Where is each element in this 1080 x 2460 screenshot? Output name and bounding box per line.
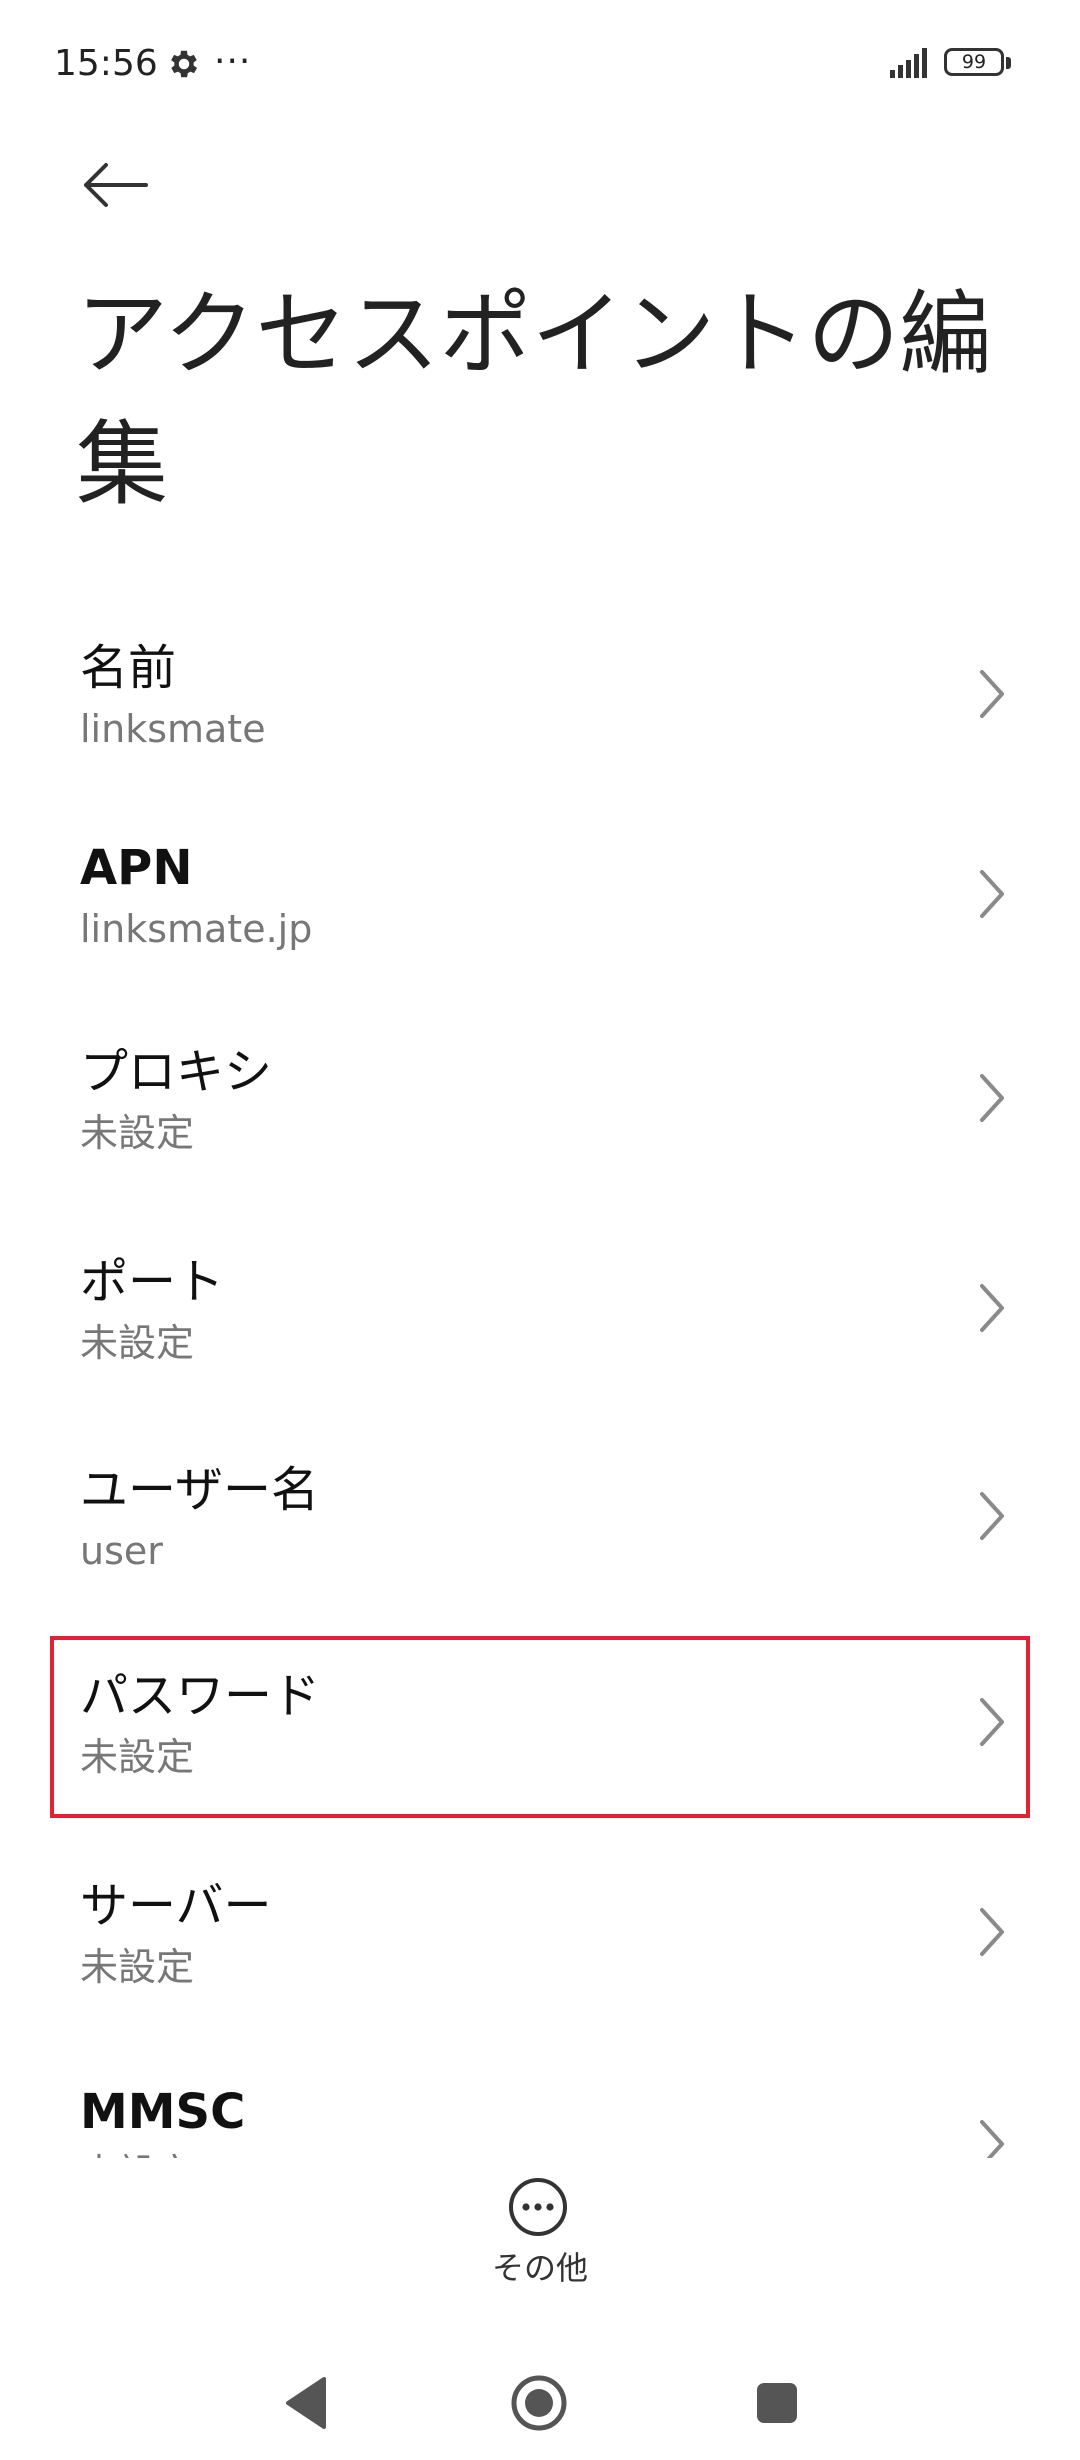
setting-value: linksmate.jp <box>80 907 313 951</box>
nav-home-icon[interactable] <box>510 2374 568 2432</box>
setting-name[interactable]: 名前 linksmate <box>0 636 1080 826</box>
status-time: 15:56 <box>54 43 158 84</box>
chevron-right-icon <box>980 1074 1004 1122</box>
chevron-right-icon <box>980 1698 1004 1746</box>
battery-level: 99 <box>944 48 1004 76</box>
setting-value: 未設定 <box>80 1945 195 1989</box>
back-button[interactable] <box>70 140 160 230</box>
setting-label: 名前 <box>80 640 177 696</box>
setting-value: user <box>80 1529 163 1573</box>
setting-label: サーバー <box>80 1878 272 1934</box>
battery-nub <box>1006 57 1011 69</box>
setting-proxy[interactable]: プロキシ 未設定 <box>0 1040 1080 1230</box>
setting-value: 未設定 <box>80 1111 195 1155</box>
chevron-right-icon <box>980 870 1004 918</box>
setting-label: パスワード <box>80 1668 321 1724</box>
setting-label: MMSC <box>80 2084 246 2140</box>
chevron-right-icon <box>980 1492 1004 1540</box>
status-bar: 15:56 ··· 99 <box>0 0 1080 130</box>
chevron-right-icon <box>980 670 1004 718</box>
more-circle-icon <box>509 2178 567 2236</box>
nav-back-icon[interactable] <box>280 2375 330 2431</box>
setting-server[interactable]: サーバー 未設定 <box>0 1874 1080 2064</box>
setting-value: 未設定 <box>80 1735 195 1779</box>
setting-value: 未設定 <box>80 1321 195 1365</box>
signal-icon <box>890 48 927 78</box>
chevron-right-icon <box>980 1284 1004 1332</box>
setting-apn[interactable]: APN linksmate.jp <box>0 836 1080 1026</box>
chevron-right-icon <box>980 1908 1004 1956</box>
more-label: その他 <box>491 2249 588 2287</box>
nav-recents-icon[interactable] <box>754 2380 800 2426</box>
page-title: アクセスポイントの編集 <box>76 281 992 518</box>
more-button[interactable]: その他 <box>470 2176 610 2296</box>
setting-label: ユーザー名 <box>80 1462 320 1518</box>
setting-label: ポート <box>80 1254 225 1310</box>
setting-password[interactable]: パスワード 未設定 <box>0 1664 1080 1854</box>
gear-icon <box>171 50 198 78</box>
setting-port[interactable]: ポート 未設定 <box>0 1250 1080 1440</box>
setting-label: APN <box>80 840 193 896</box>
setting-username[interactable]: ユーザー名 user <box>0 1458 1080 1648</box>
status-more-indicator: ··· <box>214 41 252 82</box>
arrow-left-icon <box>84 163 148 207</box>
navigation-bar <box>0 2340 1080 2460</box>
setting-value: linksmate <box>80 707 266 751</box>
setting-label: プロキシ <box>80 1044 273 1100</box>
battery-icon: 99 <box>944 48 1014 80</box>
